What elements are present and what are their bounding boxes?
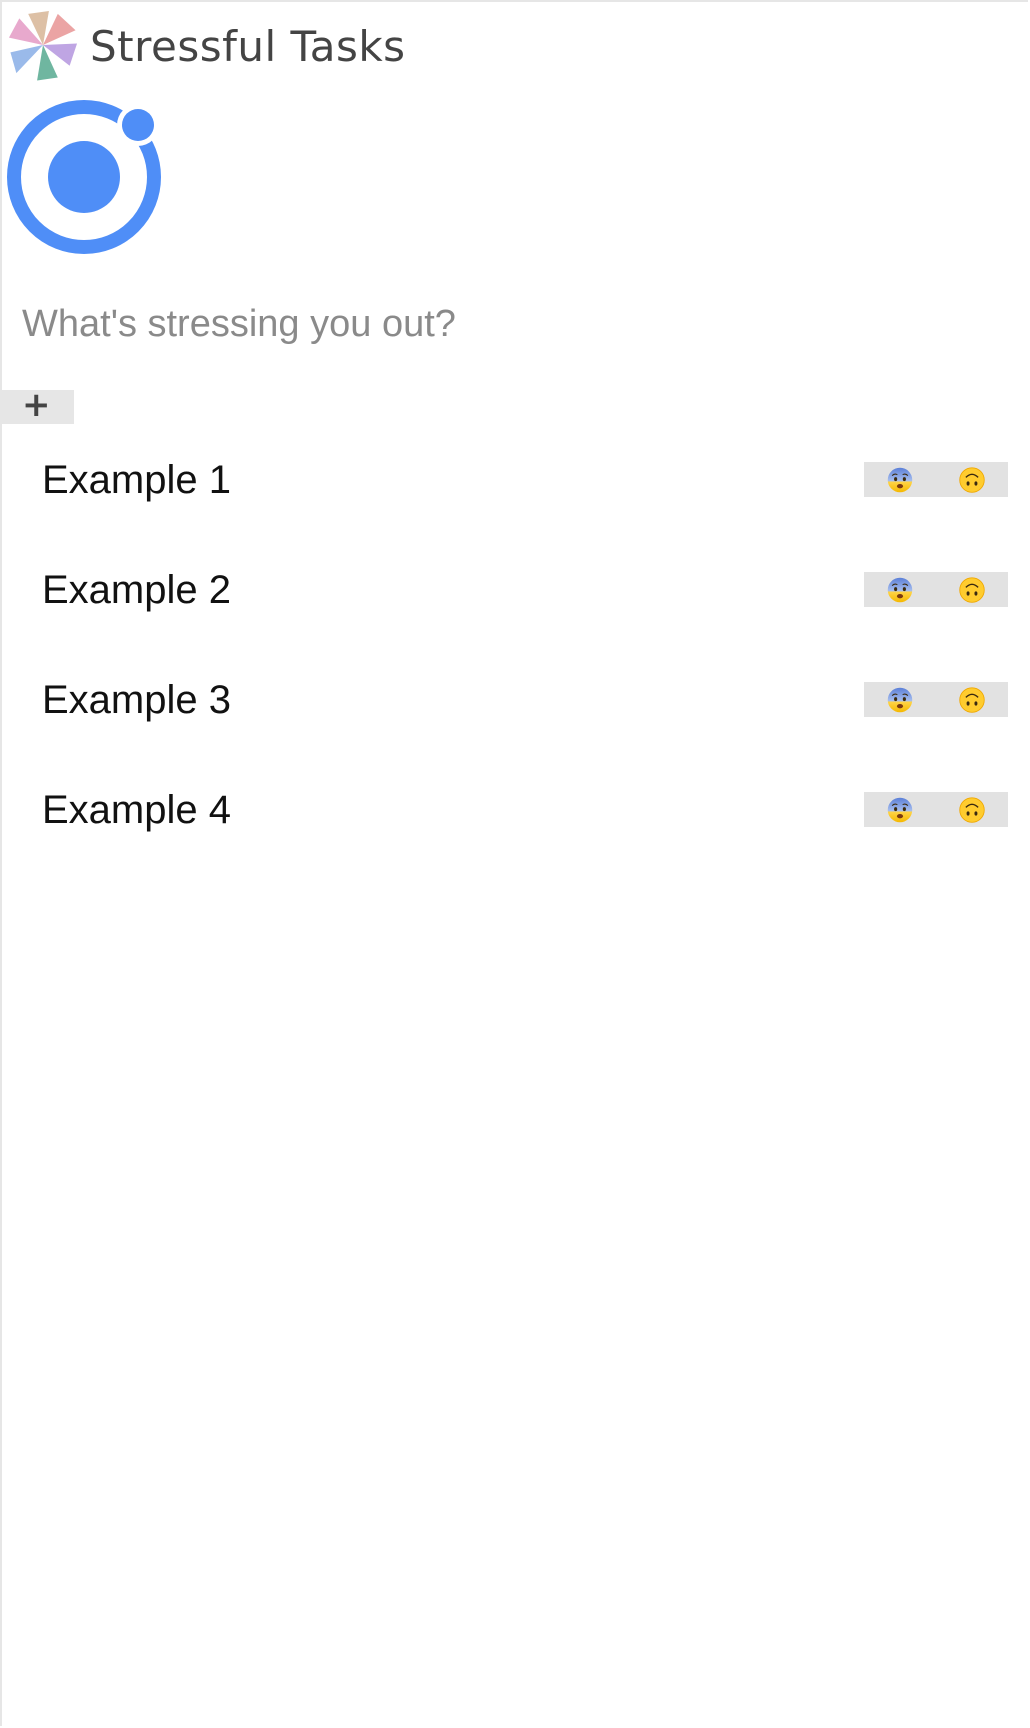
list-item: Example 2 (0, 540, 1030, 650)
anxious-face-icon (887, 687, 913, 712)
task-label: Example 1 (42, 458, 231, 502)
list-item: Example 1 (0, 430, 1030, 540)
upside-down-face-icon (959, 576, 985, 603)
list-item: Example 3 (0, 650, 1030, 760)
stress-task-input[interactable] (22, 295, 982, 353)
upside-down-face-button[interactable] (936, 462, 1008, 497)
task-list: Example 1 Example 2 Example 3 Example 4 (0, 430, 1030, 870)
anxious-face-icon (887, 797, 913, 822)
task-actions (864, 792, 1008, 827)
anxious-face-icon (887, 467, 913, 492)
anxious-face-button[interactable] (864, 792, 936, 827)
task-label: Example 3 (42, 678, 231, 722)
app-logo-icon (8, 10, 78, 81)
add-task-button[interactable]: + (2, 385, 74, 425)
upside-down-face-icon (959, 686, 985, 713)
list-item: Example 4 (0, 760, 1030, 870)
anxious-face-button[interactable] (864, 462, 936, 497)
app-header: Stressful Tasks (6, 8, 406, 82)
upside-down-face-button[interactable] (936, 572, 1008, 607)
anxious-face-icon (887, 577, 913, 602)
ionic-logo-icon (7, 100, 161, 254)
upside-down-face-icon (959, 466, 985, 493)
upside-down-face-button[interactable] (936, 792, 1008, 827)
task-label: Example 2 (42, 568, 231, 612)
task-actions (864, 572, 1008, 607)
upside-down-face-button[interactable] (936, 682, 1008, 717)
task-actions (864, 682, 1008, 717)
app-title: Stressful Tasks (90, 22, 406, 71)
task-actions (864, 462, 1008, 497)
anxious-face-button[interactable] (864, 572, 936, 607)
task-label: Example 4 (42, 788, 231, 832)
anxious-face-button[interactable] (864, 682, 936, 717)
add-button-label: + (22, 385, 51, 425)
upside-down-face-icon (959, 796, 985, 823)
